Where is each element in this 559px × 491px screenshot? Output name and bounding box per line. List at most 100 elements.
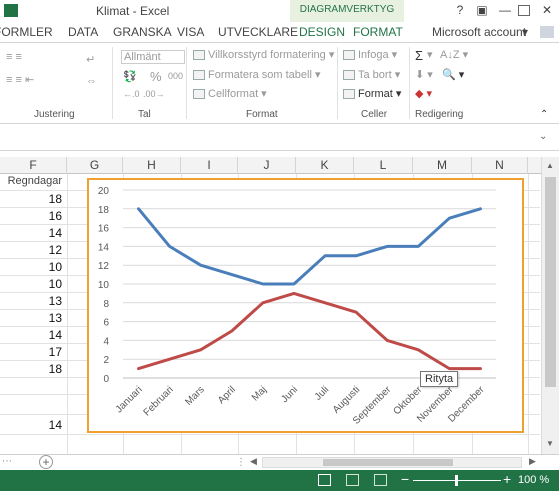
y-tick-label: 8	[103, 299, 109, 310]
tab-review[interactable]: GRANSKA	[113, 25, 172, 39]
tab-view[interactable]: VISA	[177, 25, 204, 39]
autosum-dropdown-icon[interactable]: ▾	[427, 48, 433, 61]
cell-f[interactable]: 18	[0, 192, 66, 206]
cell-f[interactable]: 18	[0, 362, 66, 376]
scroll-up-icon[interactable]: ▲	[546, 161, 554, 170]
ribbon-tabs: FORMLER DATA GRANSKA VISA UTVECKLARE DES…	[0, 22, 559, 42]
group-divider	[186, 47, 187, 119]
column-header-j[interactable]: J	[238, 157, 296, 174]
column-header-f[interactable]: F	[0, 157, 67, 174]
cell-styles-button[interactable]: Cellformat ▾	[193, 87, 267, 100]
minimize-icon[interactable]: —	[497, 3, 513, 18]
page-layout-icon[interactable]	[346, 474, 359, 486]
conditional-format-icon	[193, 50, 205, 61]
column-line	[67, 174, 68, 454]
fill-icon[interactable]: ⬇ ▾	[415, 68, 433, 81]
more-sheets-icon[interactable]: ⋮	[236, 457, 246, 468]
comma-style-button[interactable]: 000	[168, 71, 183, 81]
format-as-table-button[interactable]: Formatera som tabell ▾	[193, 68, 321, 81]
zoom-in-button[interactable]: +	[503, 471, 511, 487]
title-bar: Klimat - Excel ? ▣ — ✕	[0, 0, 559, 22]
cell-f[interactable]: 17	[0, 345, 66, 359]
column-header-n[interactable]: N	[472, 157, 528, 174]
cell-f[interactable]: 14	[0, 328, 66, 342]
chart-object[interactable]: 0 2 4 6 8 10 12 14 16 18 20 Januari Februari Mars Apri…	[87, 178, 524, 433]
tab-format[interactable]: FORMAT	[353, 25, 403, 39]
merge-icon[interactable]: ⇔	[86, 75, 97, 87]
cell-styles-icon	[193, 89, 205, 100]
page-break-icon[interactable]	[374, 474, 387, 486]
tab-formulas[interactable]: FORMLER	[0, 25, 53, 39]
group-label-celler: Celler	[361, 109, 388, 120]
cell-f[interactable]: 13	[0, 311, 66, 325]
cell-f[interactable]: 10	[0, 277, 66, 291]
increase-decimal-icon[interactable]: ←.0	[123, 89, 140, 99]
wrap-text-icon[interactable]: ↵	[86, 53, 95, 66]
tab-data[interactable]: DATA	[68, 25, 98, 39]
tab-design[interactable]: DESIGN	[299, 25, 345, 39]
find-select-icon[interactable]: 🔍 ▾	[442, 68, 464, 81]
zoom-out-button[interactable]: −	[401, 471, 409, 487]
column-header-h[interactable]: H	[123, 157, 181, 174]
cell-f[interactable]: 14	[0, 226, 66, 240]
currency-icon[interactable]: 💱	[123, 70, 137, 83]
expand-formula-bar-icon[interactable]: ⌄	[539, 131, 547, 142]
scroll-right-icon[interactable]: ▶	[529, 456, 536, 467]
delete-button[interactable]: Ta bort ▾	[343, 68, 400, 81]
clear-icon[interactable]: ◆ ▾	[415, 87, 432, 100]
collapse-ribbon-icon[interactable]: ⌃	[540, 109, 548, 120]
scroll-left-icon[interactable]: ◀	[250, 456, 257, 467]
scroll-down-icon[interactable]: ▼	[546, 439, 554, 448]
cell-f[interactable]: 13	[0, 294, 66, 308]
cell-f[interactable]: 10	[0, 260, 66, 274]
cell-f[interactable]: 16	[0, 209, 66, 223]
insert-button[interactable]: Infoga ▾	[343, 48, 397, 61]
x-tick-label: Juni	[279, 384, 300, 405]
close-icon[interactable]: ✕	[539, 3, 555, 18]
column-header-g[interactable]: G	[67, 157, 123, 174]
sort-filter-icon[interactable]: A↓Z ▾	[440, 48, 468, 61]
format-cells-icon	[343, 89, 355, 100]
cell-header-regndagar[interactable]: Regndagar	[0, 175, 66, 187]
horizontal-scroll-thumb[interactable]	[323, 459, 453, 466]
delete-icon	[343, 70, 355, 81]
zoom-slider-handle[interactable]	[455, 475, 458, 486]
format-as-table-label: Formatera som tabell	[208, 69, 312, 81]
cell-f[interactable]: 14	[0, 418, 66, 432]
format-cells-button[interactable]: Format ▾	[343, 87, 401, 100]
decrease-decimal-icon[interactable]: .00→	[143, 89, 165, 99]
x-tick-label: Mars	[183, 384, 207, 408]
zoom-level[interactable]: 100 %	[518, 474, 549, 486]
help-button[interactable]: ?	[452, 3, 468, 18]
formula-bar[interactable]: ⌄	[0, 125, 559, 151]
percent-button[interactable]: %	[150, 69, 162, 84]
ribbon-display-options-icon[interactable]: ▣	[474, 3, 490, 18]
align-top-icon[interactable]: ≡ ≡	[6, 51, 22, 63]
cell-styles-label: Cellformat	[208, 88, 259, 100]
align-left-icon[interactable]: ≡ ≡ ⇤	[6, 73, 34, 86]
cell-f[interactable]: 12	[0, 243, 66, 257]
sheet-nav-icon[interactable]: ⋯	[2, 456, 12, 467]
maximize-icon[interactable]	[518, 5, 530, 16]
account-name[interactable]: Microsoft account	[432, 25, 526, 39]
line-chart[interactable]: 0 2 4 6 8 10 12 14 16 18 20 JanuariFebruari Mars Apri…	[89, 180, 522, 431]
y-tick-label: 0	[103, 374, 109, 385]
avatar[interactable]	[540, 26, 554, 38]
vertical-scroll-thumb[interactable]	[545, 177, 556, 387]
column-header-k[interactable]: K	[296, 157, 354, 174]
delete-label: Ta bort	[358, 69, 392, 81]
vertical-scrollbar[interactable]: ▲ ▼	[541, 157, 559, 454]
column-header-m[interactable]: M	[413, 157, 472, 174]
conditional-format-button[interactable]: Villkorsstyrd formatering ▾	[193, 48, 334, 61]
autosum-button[interactable]: Σ	[415, 48, 423, 63]
horizontal-scrollbar[interactable]	[262, 457, 522, 468]
account-dropdown-icon[interactable]: ▾	[522, 25, 528, 39]
column-header-l[interactable]: L	[354, 157, 413, 174]
number-format-select[interactable]: Allmänt	[121, 50, 185, 64]
chart-tools-label: DIAGRAMVERKTYG	[299, 4, 395, 15]
column-header-i[interactable]: I	[181, 157, 238, 174]
new-sheet-button[interactable]: +	[39, 455, 53, 469]
normal-view-icon[interactable]	[318, 474, 331, 486]
group-label-justering: Justering	[34, 109, 75, 120]
tab-developer[interactable]: UTVECKLARE	[218, 25, 298, 39]
